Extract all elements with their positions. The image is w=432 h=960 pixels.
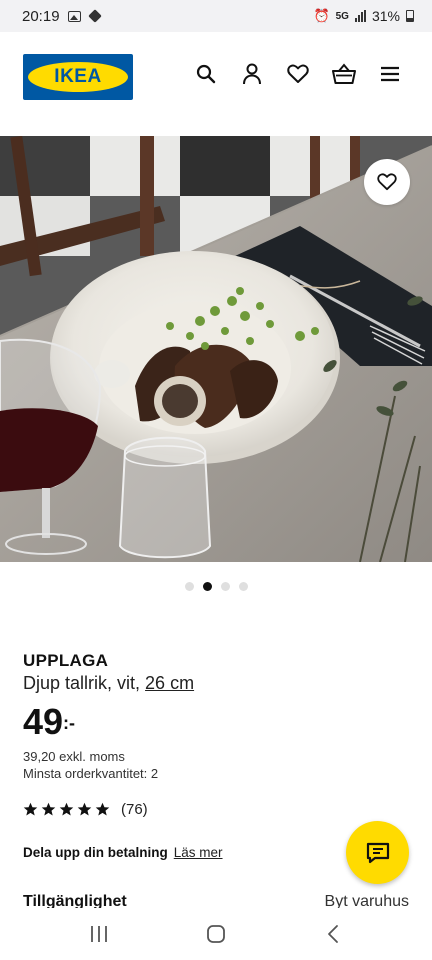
- carousel-dot[interactable]: [184, 582, 194, 591]
- carousel-dot[interactable]: [238, 582, 248, 591]
- back-button[interactable]: [309, 914, 357, 954]
- min-order-quantity: Minsta orderkvantitet: 2: [23, 766, 159, 781]
- battery-percent: 31%: [371, 8, 400, 24]
- alarm-icon: ⏰: [313, 8, 330, 23]
- home-button[interactable]: [192, 914, 240, 954]
- menu-icon[interactable]: [378, 62, 402, 86]
- star-icon: [23, 802, 38, 816]
- product-name: UPPLAGA: [23, 651, 109, 670]
- carousel-dot[interactable]: [220, 582, 230, 591]
- product-size-link[interactable]: 26 cm: [145, 673, 194, 693]
- battery-icon: [406, 10, 414, 22]
- system-navigation-bar: [0, 908, 432, 960]
- add-to-favourites-button[interactable]: [364, 159, 410, 205]
- heart-icon: [377, 173, 397, 191]
- product-price: 49 :-: [23, 700, 75, 744]
- app-notification-icon: [87, 9, 102, 23]
- back-icon: [328, 925, 339, 943]
- star-icon: [77, 802, 92, 816]
- star-icon: [41, 802, 56, 816]
- search-icon[interactable]: [194, 62, 218, 86]
- header-actions: [194, 62, 402, 86]
- app-header: IKEA: [0, 32, 432, 136]
- logo-text: IKEA: [54, 66, 102, 87]
- price-main: 49: [23, 701, 64, 742]
- star-icon: [59, 802, 74, 816]
- profile-icon[interactable]: [240, 62, 264, 86]
- change-store-link[interactable]: Byt varuhus: [325, 893, 409, 908]
- product-rating[interactable]: (76): [23, 801, 148, 818]
- product-image-carousel[interactable]: [0, 136, 432, 562]
- recent-apps-icon: [90, 926, 107, 942]
- payment-title: Dela upp din betalning: [23, 845, 168, 860]
- payment-info: Dela upp din betalning Läs mer: [23, 845, 223, 860]
- heart-icon[interactable]: [286, 62, 310, 86]
- review-count: (76): [121, 801, 148, 818]
- gallery-icon: [67, 10, 81, 22]
- status-time: 20:19: [22, 7, 60, 25]
- product-description-text: Djup tallrik, vit,: [23, 673, 141, 693]
- carousel-indicator: [0, 582, 432, 591]
- star-icon: [95, 802, 110, 816]
- price-suffix: :-: [63, 713, 76, 733]
- network-label: 5G: [335, 10, 349, 22]
- chat-icon: [366, 842, 389, 863]
- price-excl-vat: 39,20 exkl. moms: [23, 749, 125, 764]
- home-icon: [207, 925, 225, 943]
- product-description: Djup tallrik, vit, 26 cm: [23, 673, 194, 694]
- signal-icon: [354, 10, 366, 22]
- availability-title: Tillgänglighet: [23, 893, 127, 908]
- ikea-logo[interactable]: IKEA: [23, 54, 133, 100]
- basket-icon[interactable]: [332, 62, 356, 86]
- read-more-link[interactable]: Läs mer: [174, 845, 223, 860]
- carousel-dot-active[interactable]: [202, 582, 212, 591]
- status-bar: 20:19 ⏰ 5G 31%: [0, 0, 432, 32]
- chat-button[interactable]: [346, 821, 409, 884]
- product-photo: [0, 136, 432, 562]
- recent-apps-button[interactable]: [75, 914, 123, 954]
- availability-row: Tillgänglighet Byt varuhus: [0, 893, 432, 908]
